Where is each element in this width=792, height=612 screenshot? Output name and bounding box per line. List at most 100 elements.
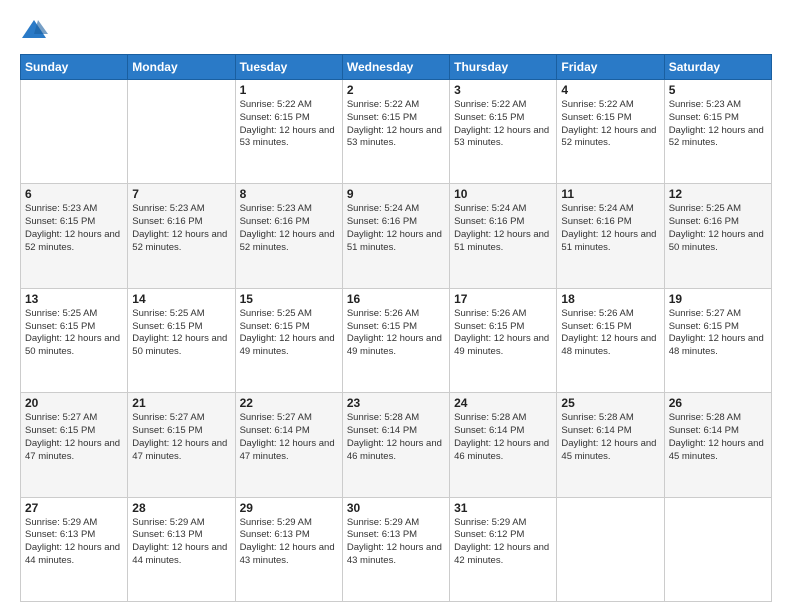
cell-info: Sunrise: 5:23 AMSunset: 6:15 PMDaylight:… <box>669 99 767 150</box>
calendar-week-3: 13 Sunrise: 5:25 AMSunset: 6:15 PMDayligh… <box>21 288 772 392</box>
cell-info: Sunrise: 5:23 AMSunset: 6:16 PMDaylight:… <box>132 203 230 254</box>
calendar-cell: 14 Sunrise: 5:25 AMSunset: 6:15 PMDayligh… <box>128 288 235 392</box>
day-number: 16 <box>347 292 445 306</box>
cell-info: Sunrise: 5:29 AMSunset: 6:12 PMDaylight:… <box>454 517 552 568</box>
calendar-cell: 18 Sunrise: 5:26 AMSunset: 6:15 PMDayligh… <box>557 288 664 392</box>
calendar-table: Sunday Monday Tuesday Wednesday Thursday… <box>20 54 772 602</box>
day-number: 2 <box>347 83 445 97</box>
calendar-cell: 3 Sunrise: 5:22 AMSunset: 6:15 PMDaylight… <box>450 80 557 184</box>
cell-info: Sunrise: 5:28 AMSunset: 6:14 PMDaylight:… <box>669 412 767 463</box>
cell-info: Sunrise: 5:25 AMSunset: 6:15 PMDaylight:… <box>25 308 123 359</box>
day-number: 17 <box>454 292 552 306</box>
day-number: 5 <box>669 83 767 97</box>
cell-info: Sunrise: 5:25 AMSunset: 6:15 PMDaylight:… <box>132 308 230 359</box>
calendar-cell: 22 Sunrise: 5:27 AMSunset: 6:14 PMDayligh… <box>235 393 342 497</box>
cell-info: Sunrise: 5:24 AMSunset: 6:16 PMDaylight:… <box>347 203 445 254</box>
day-number: 10 <box>454 187 552 201</box>
calendar-cell: 17 Sunrise: 5:26 AMSunset: 6:15 PMDayligh… <box>450 288 557 392</box>
calendar-cell: 10Sunrise: 5:24 AMSunset: 6:16 PMDayligh… <box>450 184 557 288</box>
day-number: 25 <box>561 396 659 410</box>
cell-info: Sunrise: 5:28 AMSunset: 6:14 PMDaylight:… <box>347 412 445 463</box>
day-number: 8 <box>240 187 338 201</box>
day-number: 18 <box>561 292 659 306</box>
calendar-cell: 27 Sunrise: 5:29 AMSunset: 6:13 PMDayligh… <box>21 497 128 601</box>
day-number: 7 <box>132 187 230 201</box>
cell-info: Sunrise: 5:26 AMSunset: 6:15 PMDaylight:… <box>561 308 659 359</box>
day-number: 23 <box>347 396 445 410</box>
calendar-cell: 4 Sunrise: 5:22 AMSunset: 6:15 PMDaylight… <box>557 80 664 184</box>
header-saturday: Saturday <box>664 55 771 80</box>
cell-info: Sunrise: 5:29 AMSunset: 6:13 PMDaylight:… <box>240 517 338 568</box>
calendar-cell: 12Sunrise: 5:25 AMSunset: 6:16 PMDayligh… <box>664 184 771 288</box>
calendar-cell <box>21 80 128 184</box>
cell-info: Sunrise: 5:27 AMSunset: 6:14 PMDaylight:… <box>240 412 338 463</box>
calendar-cell: 23 Sunrise: 5:28 AMSunset: 6:14 PMDayligh… <box>342 393 449 497</box>
calendar-cell: 9 Sunrise: 5:24 AMSunset: 6:16 PMDaylight… <box>342 184 449 288</box>
day-number: 15 <box>240 292 338 306</box>
header-wednesday: Wednesday <box>342 55 449 80</box>
header-thursday: Thursday <box>450 55 557 80</box>
cell-info: Sunrise: 5:22 AMSunset: 6:15 PMDaylight:… <box>454 99 552 150</box>
calendar-cell: 31 Sunrise: 5:29 AMSunset: 6:12 PMDayligh… <box>450 497 557 601</box>
header-friday: Friday <box>557 55 664 80</box>
calendar-week-2: 6Sunrise: 5:23 AMSunset: 6:15 PMDaylight… <box>21 184 772 288</box>
calendar-cell: 19 Sunrise: 5:27 AMSunset: 6:15 PMDayligh… <box>664 288 771 392</box>
day-number: 26 <box>669 396 767 410</box>
calendar-cell: 24Sunrise: 5:28 AMSunset: 6:14 PMDayligh… <box>450 393 557 497</box>
cell-info: Sunrise: 5:27 AMSunset: 6:15 PMDaylight:… <box>25 412 123 463</box>
day-number: 22 <box>240 396 338 410</box>
calendar-cell: 26 Sunrise: 5:28 AMSunset: 6:14 PMDayligh… <box>664 393 771 497</box>
calendar-week-4: 20 Sunrise: 5:27 AMSunset: 6:15 PMDayligh… <box>21 393 772 497</box>
cell-info: Sunrise: 5:25 AMSunset: 6:16 PMDaylight:… <box>669 203 767 254</box>
day-number: 14 <box>132 292 230 306</box>
calendar-cell: 13 Sunrise: 5:25 AMSunset: 6:15 PMDayligh… <box>21 288 128 392</box>
day-number: 9 <box>347 187 445 201</box>
calendar-cell <box>557 497 664 601</box>
day-number: 21 <box>132 396 230 410</box>
day-number: 30 <box>347 501 445 515</box>
calendar-cell: 21 Sunrise: 5:27 AMSunset: 6:15 PMDayligh… <box>128 393 235 497</box>
cell-info: Sunrise: 5:22 AMSunset: 6:15 PMDaylight:… <box>347 99 445 150</box>
cell-info: Sunrise: 5:29 AMSunset: 6:13 PMDaylight:… <box>347 517 445 568</box>
cell-info: Sunrise: 5:26 AMSunset: 6:15 PMDaylight:… <box>454 308 552 359</box>
cell-info: Sunrise: 5:23 AMSunset: 6:16 PMDaylight:… <box>240 203 338 254</box>
calendar-cell: 16Sunrise: 5:26 AMSunset: 6:15 PMDayligh… <box>342 288 449 392</box>
day-number: 24 <box>454 396 552 410</box>
day-number: 13 <box>25 292 123 306</box>
calendar-cell: 2 Sunrise: 5:22 AMSunset: 6:15 PMDaylight… <box>342 80 449 184</box>
calendar-cell: 5 Sunrise: 5:23 AMSunset: 6:15 PMDaylight… <box>664 80 771 184</box>
calendar-cell <box>664 497 771 601</box>
cell-info: Sunrise: 5:23 AMSunset: 6:15 PMDaylight:… <box>25 203 123 254</box>
day-number: 28 <box>132 501 230 515</box>
cell-info: Sunrise: 5:29 AMSunset: 6:13 PMDaylight:… <box>25 517 123 568</box>
day-number: 3 <box>454 83 552 97</box>
cell-info: Sunrise: 5:24 AMSunset: 6:16 PMDaylight:… <box>561 203 659 254</box>
calendar-week-5: 27 Sunrise: 5:29 AMSunset: 6:13 PMDayligh… <box>21 497 772 601</box>
calendar-cell: 15 Sunrise: 5:25 AMSunset: 6:15 PMDayligh… <box>235 288 342 392</box>
day-number: 29 <box>240 501 338 515</box>
header-tuesday: Tuesday <box>235 55 342 80</box>
logo <box>20 16 52 44</box>
calendar-cell: 7 Sunrise: 5:23 AMSunset: 6:16 PMDaylight… <box>128 184 235 288</box>
day-number: 27 <box>25 501 123 515</box>
cell-info: Sunrise: 5:22 AMSunset: 6:15 PMDaylight:… <box>561 99 659 150</box>
weekday-header-row: Sunday Monday Tuesday Wednesday Thursday… <box>21 55 772 80</box>
header-monday: Monday <box>128 55 235 80</box>
calendar-cell: 20 Sunrise: 5:27 AMSunset: 6:15 PMDayligh… <box>21 393 128 497</box>
header-sunday: Sunday <box>21 55 128 80</box>
day-number: 31 <box>454 501 552 515</box>
calendar-cell: 1Sunrise: 5:22 AMSunset: 6:15 PMDaylight… <box>235 80 342 184</box>
calendar-cell: 30 Sunrise: 5:29 AMSunset: 6:13 PMDayligh… <box>342 497 449 601</box>
day-number: 4 <box>561 83 659 97</box>
calendar-cell: 8 Sunrise: 5:23 AMSunset: 6:16 PMDaylight… <box>235 184 342 288</box>
cell-info: Sunrise: 5:29 AMSunset: 6:13 PMDaylight:… <box>132 517 230 568</box>
cell-info: Sunrise: 5:27 AMSunset: 6:15 PMDaylight:… <box>132 412 230 463</box>
header <box>20 16 772 44</box>
calendar-cell: 25Sunrise: 5:28 AMSunset: 6:14 PMDayligh… <box>557 393 664 497</box>
day-number: 1 <box>240 83 338 97</box>
day-number: 11 <box>561 187 659 201</box>
day-number: 19 <box>669 292 767 306</box>
cell-info: Sunrise: 5:25 AMSunset: 6:15 PMDaylight:… <box>240 308 338 359</box>
cell-info: Sunrise: 5:27 AMSunset: 6:15 PMDaylight:… <box>669 308 767 359</box>
day-number: 20 <box>25 396 123 410</box>
